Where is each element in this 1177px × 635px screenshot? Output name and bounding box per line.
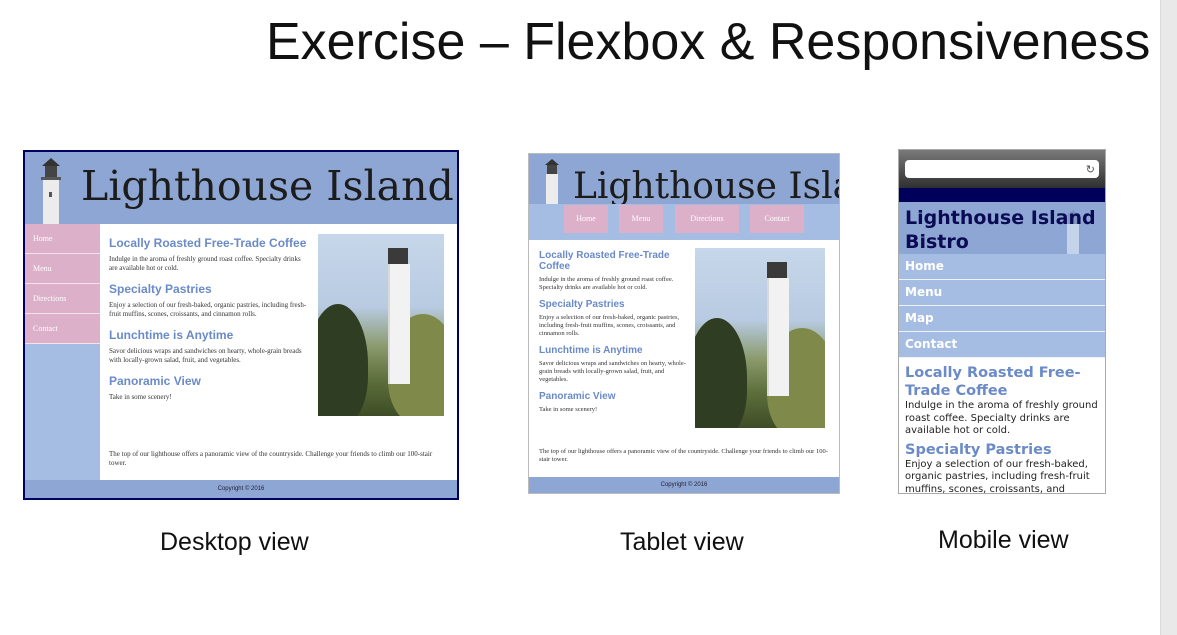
section-heading: Lunchtime is Anytime: [109, 328, 234, 342]
nav-item-menu[interactable]: Menu: [619, 205, 663, 233]
nav-item-contact[interactable]: Contact: [899, 332, 1105, 358]
site-main: Locally Roasted Free-Trade Coffee Indulg…: [109, 236, 309, 411]
site-main: Locally Roasted Free-Trade Coffee Indulg…: [905, 364, 1101, 494]
nav-item-menu[interactable]: Menu: [899, 280, 1105, 306]
section-text: Indulge in the aroma of freshly ground r…: [539, 276, 674, 291]
section-text: Indulge in the aroma of freshly ground r…: [109, 255, 301, 272]
section-heading: Locally Roasted Free-Trade Coffee: [109, 236, 307, 250]
section-heading: Panoramic View: [109, 374, 201, 388]
site-main: Locally Roasted Free-Trade Coffee Indulg…: [539, 250, 687, 421]
section-text: The top of our lighthouse offers a panor…: [109, 450, 433, 467]
site-nav: Home Menu Directions Contact: [529, 204, 839, 240]
site-banner: Lighthouse Island Bistro: [899, 202, 1105, 254]
nav-item-home[interactable]: Home: [899, 254, 1105, 280]
lighthouse-photo: [695, 248, 825, 428]
nav-item-contact[interactable]: Contact: [750, 205, 804, 233]
section-text: Savor delicious wraps and sandwiches on …: [539, 360, 686, 383]
section-text: Take in some scenery!: [539, 406, 598, 413]
reload-icon[interactable]: ↻: [1086, 163, 1095, 176]
desktop-view-mockup: Lighthouse Island Bist Home Menu Directi…: [23, 150, 459, 500]
site-nav: Home Menu Directions Contact: [25, 224, 100, 482]
site-title: Lighthouse Island Bistro: [905, 207, 1096, 253]
site-banner: Lighthouse Island Bist: [25, 152, 457, 224]
lighthouse-photo: [318, 234, 444, 416]
nav-item-directions[interactable]: Directions: [675, 205, 739, 233]
mobile-caption: Mobile view: [938, 526, 1069, 554]
section-text: Savor delicious wraps and sandwiches on …: [109, 347, 302, 364]
section-text: Enjoy a selection of our fresh-baked, or…: [109, 301, 307, 318]
address-bar[interactable]: ↻: [905, 160, 1099, 178]
section-heading: Specialty Pastries: [539, 299, 625, 310]
slide-title: Exercise – Flexbox & Responsiveness: [266, 13, 1151, 71]
section-heading: Locally Roasted Free-Trade Coffee: [539, 250, 670, 272]
site-banner-title: Lighthouse Island Bist: [81, 162, 457, 210]
nav-item-directions[interactable]: Directions: [25, 284, 100, 314]
section-text: Enjoy a selection of our fresh-baked, or…: [539, 314, 680, 337]
section-heading: Specialty Pastries: [109, 282, 212, 296]
section-text: Enjoy a selection of our fresh-baked, or…: [905, 458, 1090, 494]
tablet-caption: Tablet view: [620, 528, 744, 556]
mobile-view-mockup: ↻ Lighthouse Island Bistro Home Menu Map…: [898, 149, 1106, 494]
lighthouse-icon: [41, 158, 61, 224]
site-banner-title: Lighthouse Isla: [573, 166, 840, 207]
section-text: Indulge in the aroma of freshly ground r…: [905, 400, 1098, 436]
desktop-caption: Desktop view: [160, 528, 309, 556]
site-top-bar: [899, 188, 1105, 202]
site-footer: Copyright © 2016: [25, 480, 457, 498]
tablet-view-mockup: Lighthouse Isla Home Menu Directions Con…: [528, 153, 840, 494]
site-footer: Copyright © 2016: [529, 477, 839, 493]
section-heading: Locally Roasted Free-Trade Coffee: [905, 365, 1081, 399]
section-text: Take in some scenery!: [109, 393, 172, 401]
section-heading: Specialty Pastries: [905, 441, 1052, 458]
site-nav: Home Menu Map Contact: [899, 254, 1105, 358]
browser-chrome: ↻: [899, 150, 1105, 188]
nav-item-home[interactable]: Home: [25, 224, 100, 254]
nav-item-home[interactable]: Home: [564, 205, 608, 233]
nav-item-map[interactable]: Map: [899, 306, 1105, 332]
section-heading: Panoramic View: [539, 391, 616, 402]
section-heading: Lunchtime is Anytime: [539, 345, 643, 356]
section-text: The top of our lighthouse offers a panor…: [539, 448, 828, 463]
scrollbar[interactable]: [1160, 0, 1177, 635]
lighthouse-icon: [545, 159, 559, 204]
site-banner: Lighthouse Isla: [529, 154, 840, 207]
nav-item-menu[interactable]: Menu: [25, 254, 100, 284]
nav-item-contact[interactable]: Contact: [25, 314, 100, 344]
